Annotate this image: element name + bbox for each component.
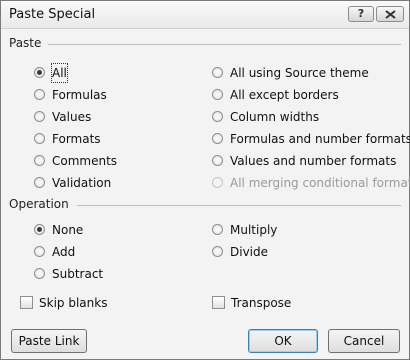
close-button[interactable] [376,6,404,22]
radio-label: Divide [230,245,269,259]
checkbox-label: Skip blanks [39,296,108,310]
help-button[interactable]: ? [348,6,374,22]
radio-label: Multiply [230,223,278,237]
radio-icon [212,246,223,257]
checkbox-icon [20,296,33,309]
help-icon: ? [357,7,365,20]
radio-icon [34,268,45,279]
radio-icon [212,177,223,188]
radio-icon [34,67,45,78]
radio-label: All [51,63,68,83]
radio-icon [212,155,223,166]
radio-label: All merging conditional formats [230,176,410,190]
radio-label: Column widths [230,110,320,124]
ok-button[interactable]: OK [248,329,318,353]
dialog-title: Paste Special [9,7,96,22]
radio-label: Values [52,110,92,124]
radio-label: All using Source theme [230,66,369,80]
cancel-button[interactable]: Cancel [328,329,400,353]
radio-icon [212,67,223,78]
radio-label: Formulas and number formats [230,132,410,146]
radio-icon [34,177,45,188]
operation-section-label: Operation [9,197,69,211]
radio-label: Values and number formats [230,154,397,168]
radio-icon [34,246,45,257]
radio-label: None [52,223,84,237]
paste-special-dialog: Paste Special ? Paste All Formulas Value… [0,0,410,360]
checkbox-icon [212,296,225,309]
radio-label: All except borders [230,88,339,102]
paste-link-button[interactable]: Paste Link [11,329,87,353]
close-icon [385,10,396,19]
paste-section-divider [48,44,401,45]
radio-label: Formulas [52,88,107,102]
checkbox-label: Transpose [231,296,292,310]
radio-icon [34,89,45,100]
radio-icon [212,89,223,100]
radio-icon [34,111,45,122]
radio-icon [212,133,223,144]
radio-icon [34,133,45,144]
radio-label: Add [52,245,76,259]
radio-label: Validation [52,176,112,190]
radio-label: Formats [52,132,101,146]
paste-section-label: Paste [9,36,42,50]
radio-icon [212,111,223,122]
radio-label: Subtract [52,267,104,281]
radio-icon [212,224,223,235]
radio-label: Comments [52,154,118,168]
operation-section-divider [77,205,401,206]
radio-icon [34,224,45,235]
radio-icon [34,155,45,166]
title-bar: Paste Special ? [1,1,409,29]
